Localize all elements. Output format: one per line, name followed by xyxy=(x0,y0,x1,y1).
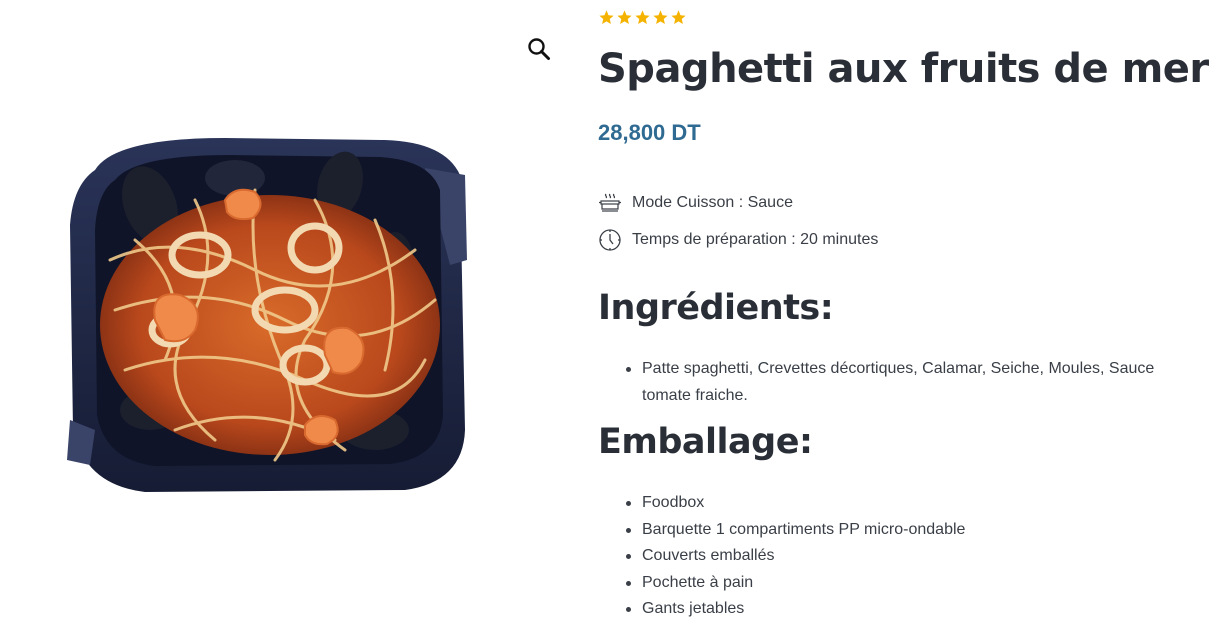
list-item: Gants jetables xyxy=(624,596,1184,623)
star-icon xyxy=(617,10,632,25)
cooking-mode-text: Mode Cuisson : Sauce xyxy=(632,194,793,211)
star-icon xyxy=(599,10,614,25)
star-icon xyxy=(653,10,668,25)
prep-time: Temps de préparation : 20 minutes xyxy=(598,228,878,252)
list-item: Foodbox xyxy=(624,490,1184,517)
star-icon xyxy=(635,10,650,25)
product-gallery xyxy=(0,0,570,634)
star-rating[interactable] xyxy=(598,9,687,26)
packaging-list: Foodbox Barquette 1 compartiments PP mic… xyxy=(624,490,1184,623)
list-item: Pochette à pain xyxy=(624,570,1184,597)
list-item: Patte spaghetti, Crevettes décortiques, … xyxy=(624,356,1184,409)
star-icon xyxy=(671,10,686,25)
clock-icon xyxy=(599,229,621,251)
cooking-mode: Mode Cuisson : Sauce xyxy=(598,191,793,215)
packaging-heading: Emballage: xyxy=(598,422,813,462)
list-item: Couverts emballés xyxy=(624,543,1184,570)
list-item: Barquette 1 compartiments PP micro-ondab… xyxy=(624,517,1184,544)
product-image[interactable] xyxy=(55,130,485,510)
product-price: 28,800 DT xyxy=(598,120,701,145)
magnifier-icon[interactable] xyxy=(524,34,554,64)
ingredients-list: Patte spaghetti, Crevettes décortiques, … xyxy=(624,356,1184,409)
product-title: Spaghetti aux fruits de mer xyxy=(598,46,1209,92)
prep-time-text: Temps de préparation : 20 minutes xyxy=(632,231,879,248)
ingredients-heading: Ingrédients: xyxy=(598,288,834,328)
steaming-pot-icon xyxy=(599,193,621,212)
